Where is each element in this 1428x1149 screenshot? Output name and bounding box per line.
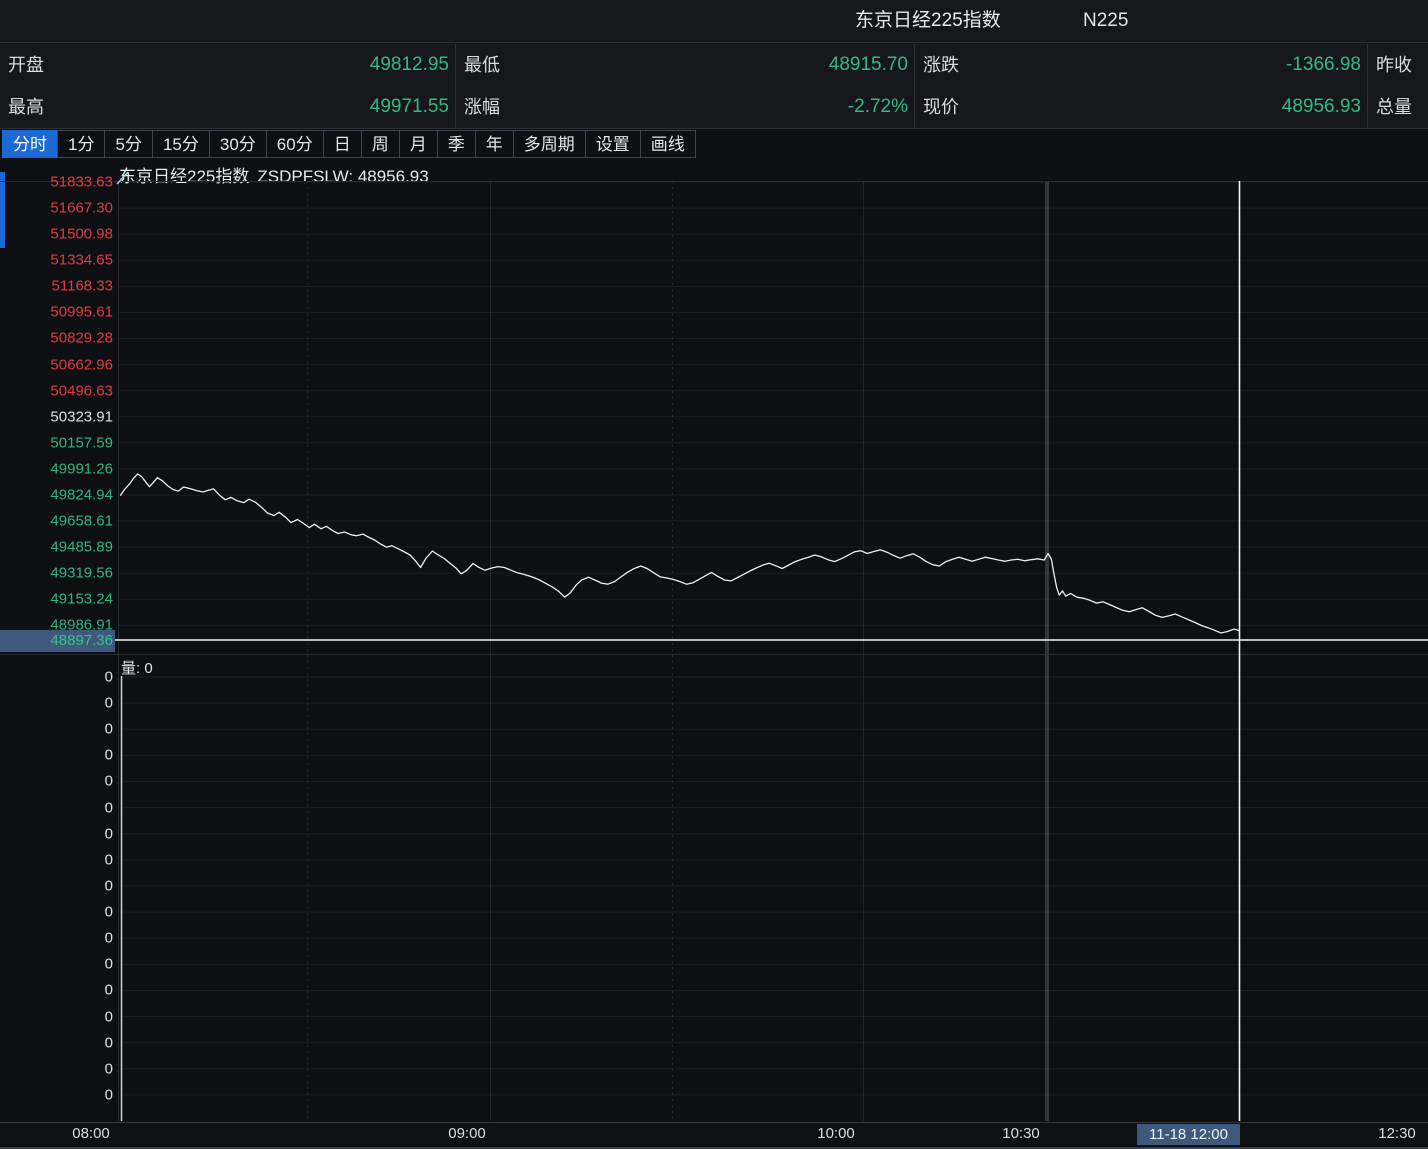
stock-app-window: 东京日经225指数 N225 开盘 49812.95 最低 48915.70 涨跌 -13… <box>0 0 1428 1149</box>
quote-label: 涨跌 <box>923 44 959 86</box>
price-axis-tick: 51833.63 <box>0 174 113 191</box>
tab-设置[interactable]: 设置 <box>585 130 641 158</box>
volume-axis-tick: 0 <box>0 695 113 712</box>
quote-cell: 最低 48915.70 <box>455 44 914 86</box>
quote-value: 48915.70 <box>829 44 908 86</box>
tab-15分[interactable]: 15分 <box>152 130 210 158</box>
time-axis-tick: 12:30 <box>1378 1125 1416 1142</box>
tab-分时[interactable]: 分时 <box>2 130 58 158</box>
volume-axis-tick: 0 <box>0 956 113 973</box>
volume-axis-tick: 0 <box>0 721 113 738</box>
time-axis-tick: 09:00 <box>448 1125 486 1142</box>
crosshair-price-tag: 48897.36 <box>0 630 115 652</box>
period-tab-bar: 分时1分5分15分30分60分日周月季年多周期设置画线 <box>2 130 696 160</box>
time-axis-tick: 10:30 <box>1002 1125 1040 1142</box>
price-axis-tick: 49319.56 <box>0 565 113 582</box>
quote-row: 开盘 49812.95 最低 48915.70 涨跌 -1366.98 昨收 <box>0 44 1428 86</box>
volume-axis-tick: 0 <box>0 799 113 816</box>
price-axis-tick: 50829.28 <box>0 330 113 347</box>
quote-label: 昨收 <box>1376 44 1412 86</box>
price-line <box>121 474 1240 633</box>
price-axis-tick: 50995.61 <box>0 304 113 321</box>
quote-cell: 开盘 49812.95 <box>0 44 455 86</box>
price-axis-tick: 50323.91 <box>0 408 113 425</box>
volume-axis-tick: 0 <box>0 1034 113 1051</box>
tab-60分[interactable]: 60分 <box>266 130 324 158</box>
quote-cell: 昨收 <box>1367 44 1428 86</box>
price-axis-tick: 49991.26 <box>0 460 113 477</box>
intraday-chart-surface[interactable] <box>0 161 1428 1149</box>
tab-画线[interactable]: 画线 <box>640 130 696 158</box>
price-axis-tick: 51334.65 <box>0 252 113 269</box>
price-axis-tick: 49485.89 <box>0 539 113 556</box>
quote-label: 现价 <box>923 86 959 128</box>
tab-年[interactable]: 年 <box>475 130 514 158</box>
quote-cell: 涨跌 -1366.98 <box>914 44 1367 86</box>
price-axis-tick: 50496.63 <box>0 382 113 399</box>
quote-label: 总量 <box>1376 86 1412 128</box>
price-axis-tick: 51168.33 <box>0 278 113 295</box>
price-axis-tick: 50157.59 <box>0 434 113 451</box>
volume-axis-tick: 0 <box>0 877 113 894</box>
volume-axis-tick: 0 <box>0 773 113 790</box>
volume-axis-tick: 0 <box>0 904 113 921</box>
price-axis-tick: 51667.30 <box>0 200 113 217</box>
quote-label: 开盘 <box>8 44 44 86</box>
quote-value: 49812.95 <box>370 44 449 86</box>
volume-axis-tick: 0 <box>0 930 113 947</box>
quote-value: -2.72% <box>848 86 908 128</box>
quote-value: 48956.93 <box>1282 86 1361 128</box>
quote-value: -1366.98 <box>1286 44 1361 86</box>
tab-周[interactable]: 周 <box>361 130 400 158</box>
quote-cell: 最高 49971.55 <box>0 86 455 128</box>
volume-axis-tick: 0 <box>0 851 113 868</box>
quote-cell: 总量 <box>1367 86 1428 128</box>
instrument-symbol: N225 <box>1083 0 1128 42</box>
tab-季[interactable]: 季 <box>437 130 476 158</box>
price-axis-tick: 49824.94 <box>0 486 113 503</box>
tab-日[interactable]: 日 <box>323 130 362 158</box>
quote-summary-panel: 开盘 49812.95 最低 48915.70 涨跌 -1366.98 昨收最高 49971.… <box>0 43 1428 129</box>
price-axis-tick: 49658.61 <box>0 513 113 530</box>
volume-axis-tick: 0 <box>0 669 113 686</box>
quote-row: 最高 49971.55 涨幅 -2.72% 现价 48956.93 总量 <box>0 86 1428 128</box>
price-axis-tick: 51500.98 <box>0 226 113 243</box>
tab-多周期[interactable]: 多周期 <box>513 130 586 158</box>
top-bar: 东京日经225指数 N225 <box>0 0 1428 43</box>
crosshair-time-tag: 11-18 12:00 <box>1137 1124 1240 1145</box>
volume-axis-tick: 0 <box>0 1060 113 1077</box>
tab-1分[interactable]: 1分 <box>57 130 105 158</box>
time-axis-tick: 08:00 <box>72 1125 110 1142</box>
volume-axis-tick: 0 <box>0 1086 113 1103</box>
volume-axis-tick: 0 <box>0 747 113 764</box>
quote-label: 最高 <box>8 86 44 128</box>
tab-5分[interactable]: 5分 <box>104 130 152 158</box>
volume-indicator-label: 量: 0 <box>121 657 153 678</box>
price-axis-tick: 50662.96 <box>0 356 113 373</box>
quote-cell: 涨幅 -2.72% <box>455 86 914 128</box>
quote-label: 最低 <box>464 44 500 86</box>
tab-30分[interactable]: 30分 <box>209 130 267 158</box>
volume-axis-tick: 0 <box>0 1008 113 1025</box>
instrument-title: 东京日经225指数 <box>855 0 1001 42</box>
volume-axis-tick: 0 <box>0 825 113 842</box>
time-axis-tick: 10:00 <box>817 1125 855 1142</box>
tab-月[interactable]: 月 <box>399 130 438 158</box>
quote-label: 涨幅 <box>464 86 500 128</box>
quote-cell: 现价 48956.93 <box>914 86 1367 128</box>
quote-value: 49971.55 <box>370 86 449 128</box>
price-axis-tick: 49153.24 <box>0 591 113 608</box>
volume-axis-tick: 0 <box>0 982 113 999</box>
